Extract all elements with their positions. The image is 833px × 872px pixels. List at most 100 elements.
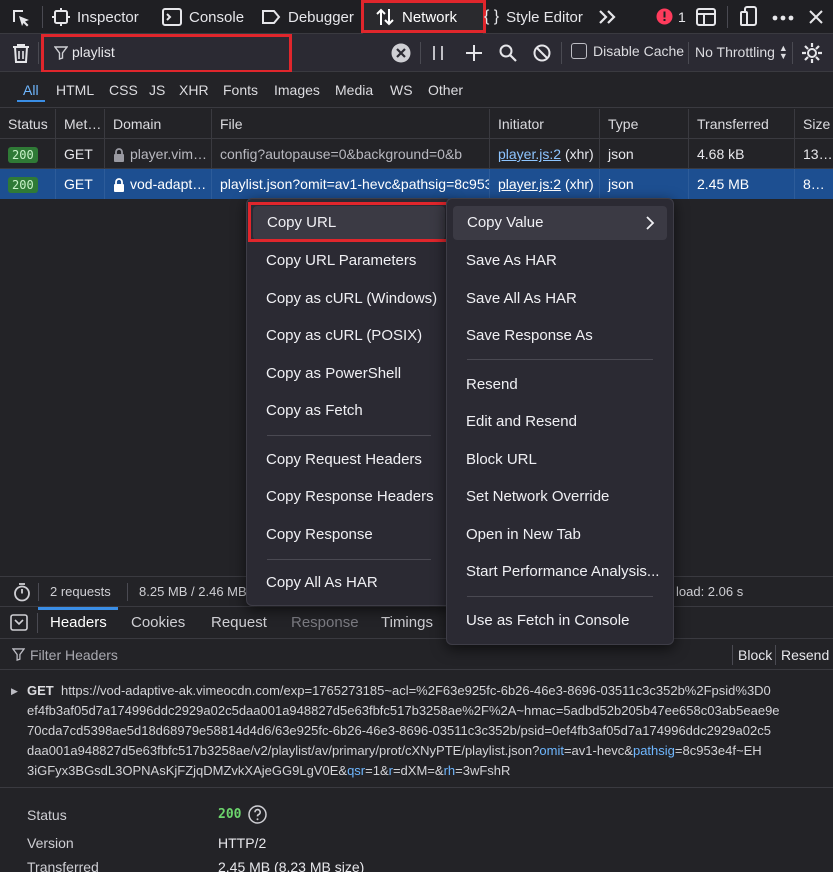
frames-icon[interactable] [696,7,716,27]
column-header-file[interactable]: File [212,109,490,139]
query-value: =8c953e4f~EH [674,743,762,758]
tab-style-editor[interactable]: { } Style Editor [484,0,583,34]
url-line: 3iGFyx3BGsdL3OPNAsKjFZjqDMZvkXAjeGG9LgV0… [27,763,348,778]
context-menu-secondary: Copy Value Save As HAR Save All As HAR S… [446,198,674,645]
filter-headers-divider [732,645,733,665]
block-icon[interactable] [533,44,551,62]
type-filter-media[interactable]: Media [335,72,373,108]
summary-divider [38,583,39,601]
transferred-label: Transferred [27,859,99,872]
close-devtools-icon[interactable] [807,8,825,26]
menu-item-copy-request-headers[interactable]: Copy Request Headers [247,443,451,477]
file-cell: config?autopause=0&background=0&b [212,139,490,169]
menu-item-copy-all-as-har[interactable]: Copy All As HAR [247,566,451,600]
menu-item-copy-curl-posix[interactable]: Copy as cURL (POSIX) [247,319,451,353]
clear-filter-icon[interactable] [391,43,411,63]
menu-item-save-all-as-har[interactable]: Save All As HAR [447,282,673,316]
menu-item-copy-response-headers[interactable]: Copy Response Headers [247,480,451,514]
error-count-badge[interactable]: 1 [656,8,686,25]
type-filter-other[interactable]: Other [428,72,463,108]
settings-icon[interactable] [801,42,823,64]
filter-toolbar: playlist Disable Cache No Throttling ▲ ▼ [0,34,833,73]
initiator-link[interactable]: player.js:2 [498,176,561,192]
toolbar-divider [727,6,728,28]
type-filter-ws[interactable]: WS [390,72,413,108]
column-header-initiator[interactable]: Initiator [490,109,600,139]
column-header-status[interactable]: Status [0,109,56,139]
domain-text: player.vim… [130,146,208,162]
type-filter-images[interactable]: Images [274,72,320,108]
menu-item-copy-value[interactable]: Copy Value [453,206,667,240]
tab-request[interactable]: Request [211,607,267,638]
column-header-transferred[interactable]: Transferred [689,109,795,139]
type-filter-js[interactable]: JS [149,72,165,108]
tab-debugger[interactable]: Debugger [261,0,354,34]
chevron-updown-icon: ▲ ▼ [778,43,788,61]
more-tools-icon[interactable] [597,7,619,27]
filter-headers-input[interactable]: Filter Headers [30,647,118,663]
filter-urls-input[interactable]: playlist [44,36,419,70]
domain-cell: vod-adapt… [105,169,212,199]
column-header-size[interactable]: Size [795,109,833,139]
toggle-panel-icon[interactable] [10,614,28,631]
disable-cache-checkbox[interactable]: Disable Cache [571,43,684,59]
pick-element-icon[interactable] [10,7,32,29]
type-filter-fonts[interactable]: Fonts [223,72,258,108]
table-row[interactable]: 200 GET player.vim… config?autopause=0&b… [0,139,833,169]
menu-item-copy-response[interactable]: Copy Response [247,518,451,552]
tab-console-label: Console [189,8,245,26]
transferred-cell: 2.45 MB [689,169,795,199]
initiator-suffix: (xhr) [564,176,594,192]
type-filter-html[interactable]: HTML [56,72,94,108]
resend-button[interactable]: Resend [781,647,829,663]
menu-item-save-response-as[interactable]: Save Response As [447,319,673,353]
tab-console[interactable]: Console [162,0,244,34]
column-header-type[interactable]: Type [600,109,689,139]
menu-item-copy-fetch[interactable]: Copy as Fetch [247,394,451,428]
menu-item-set-network-override[interactable]: Set Network Override [447,480,673,514]
menu-item-copy-url[interactable]: Copy URL [253,206,445,240]
type-filter-xhr[interactable]: XHR [179,72,209,108]
query-key: qsr [347,763,366,778]
devtools-toolbar: Inspector Console Debugger Network { } S… [0,0,833,34]
transferred-value: 2.45 MB (8.23 MB size) [218,859,365,872]
table-row-selected[interactable]: 200 GET vod-adapt… playlist.json?omit=av… [0,169,833,199]
menu-item-resend[interactable]: Resend [447,368,673,402]
block-button[interactable]: Block [738,647,772,663]
trash-icon[interactable] [12,43,30,63]
tab-network[interactable]: Network [363,0,483,34]
tab-timings[interactable]: Timings [381,607,433,638]
menu-item-edit-and-resend[interactable]: Edit and Resend [447,405,673,439]
chevron-right-icon[interactable]: ▶ [11,681,18,701]
pause-icon[interactable] [432,45,444,61]
menu-item-block-url[interactable]: Block URL [447,443,673,477]
menu-item-copy-curl-windows[interactable]: Copy as cURL (Windows) [247,282,451,316]
throttling-select[interactable]: No Throttling ▲ ▼ [695,43,788,61]
lock-icon [113,178,125,193]
tab-inspector[interactable]: Inspector [52,0,139,34]
menu-icon[interactable] [772,15,794,21]
initiator-link[interactable]: player.js:2 [498,146,561,162]
add-icon[interactable] [465,44,483,62]
menu-item-open-in-new-tab[interactable]: Open in New Tab [447,518,673,552]
menu-item-use-as-fetch-in-console[interactable]: Use as Fetch in Console [447,604,673,638]
type-filter-css[interactable]: CSS [109,72,138,108]
query-key: pathsig [632,743,675,758]
responsive-icon[interactable] [740,6,760,28]
type-filter-all[interactable]: All [17,72,44,108]
filter-divider [561,42,562,64]
column-header-method[interactable]: Met… [56,109,105,139]
menu-item-copy-url-parameters[interactable]: Copy URL Parameters [247,244,451,278]
menu-item-start-performance-analysis[interactable]: Start Performance Analysis... [447,555,673,589]
stopwatch-icon[interactable] [13,583,31,602]
tab-headers[interactable]: Headers [50,607,107,638]
column-header-domain[interactable]: Domain [105,109,212,139]
menu-item-copy-powershell[interactable]: Copy as PowerShell [247,357,451,391]
tab-cookies[interactable]: Cookies [131,607,185,638]
help-icon[interactable] [248,805,267,824]
menu-item-save-as-har[interactable]: Save As HAR [447,244,673,278]
search-icon[interactable] [499,44,517,62]
domain-cell: player.vim… [105,139,212,169]
throttling-label: No Throttling [695,44,775,60]
tab-response[interactable]: Response [291,607,359,638]
